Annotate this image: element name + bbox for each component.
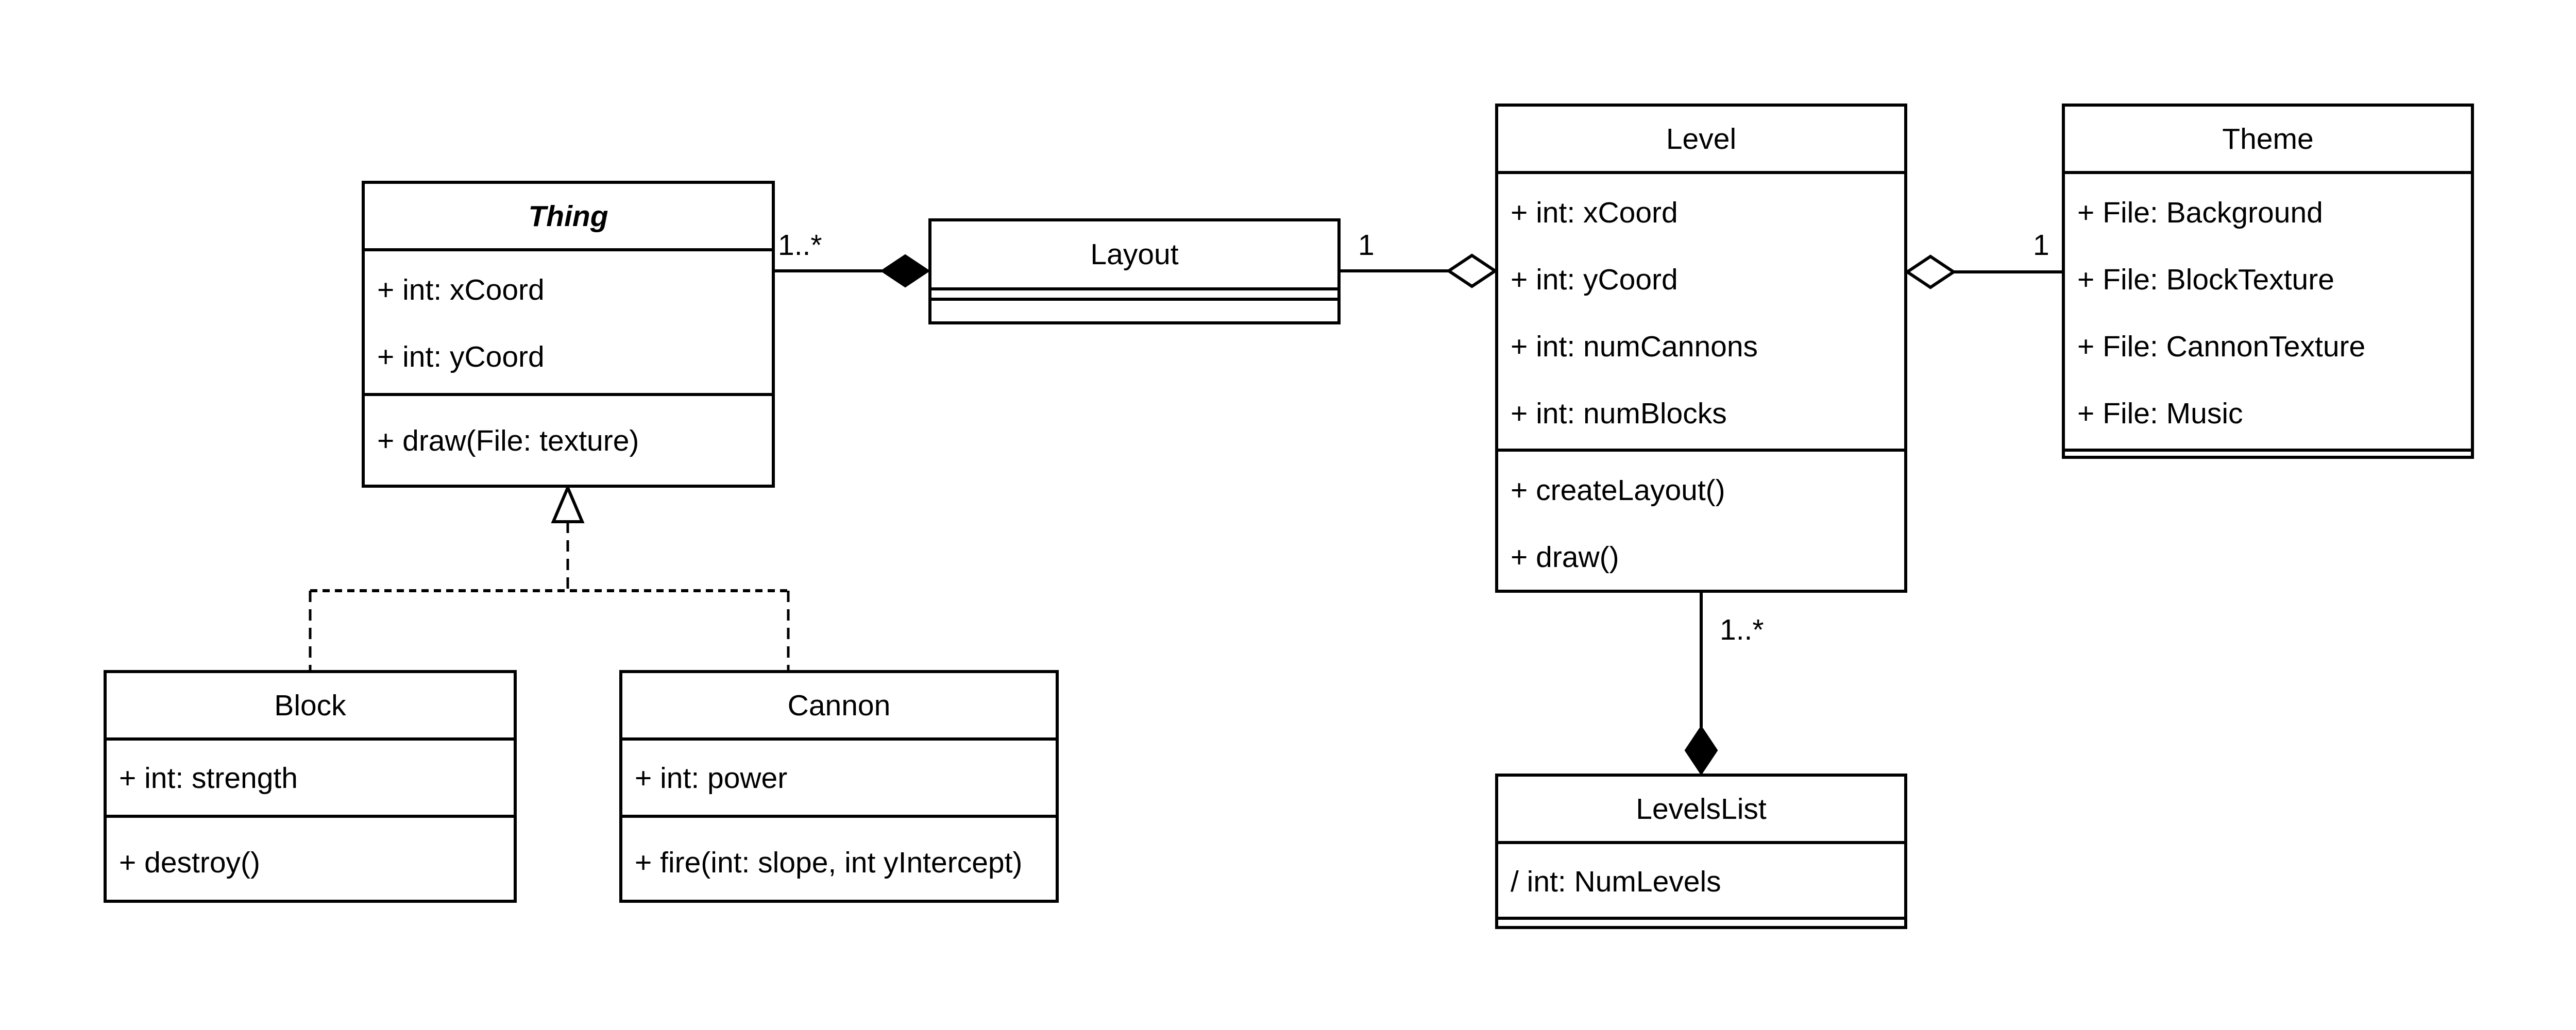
- method: + destroy(): [119, 846, 261, 879]
- attribute: + File: BlockTexture: [2077, 263, 2334, 296]
- class-name: Cannon: [622, 673, 1056, 741]
- attribute: + File: Music: [2077, 397, 2243, 430]
- attribute: + int: yCoord: [377, 340, 545, 373]
- attribute: + int: xCoord: [1511, 196, 1678, 229]
- attributes-section: + File: Background + File: BlockTexture …: [2065, 174, 2471, 452]
- filled-diamond-icon: [1684, 725, 1718, 776]
- class-name: Block: [107, 673, 514, 741]
- attribute: + int: numBlocks: [1511, 397, 1727, 430]
- attribute: + int: xCoord: [377, 273, 545, 306]
- hollow-triangle-icon: [551, 484, 585, 523]
- class-layout[interactable]: Layout: [928, 218, 1341, 324]
- attribute: + int: strength: [119, 762, 298, 795]
- method: + fire(int: slope, int yIntercept): [635, 846, 1023, 879]
- attributes-section: / int: NumLevels: [1498, 844, 1904, 920]
- attributes-section: + int: xCoord + int: yCoord + int: numCa…: [1498, 174, 1904, 452]
- methods-section: + draw(File: texture): [365, 396, 772, 474]
- attribute: + int: power: [635, 762, 788, 795]
- hollow-diamond-icon: [1446, 253, 1498, 288]
- attributes-section: + int: strength: [107, 741, 514, 818]
- attribute: + int: yCoord: [1511, 263, 1678, 296]
- class-name: Thing: [365, 184, 772, 251]
- filled-diamond-icon: [880, 254, 930, 288]
- attributes-section: + int: xCoord + int: yCoord: [365, 251, 772, 396]
- method: + createLayout(): [1511, 474, 1725, 507]
- attribute: / int: NumLevels: [1511, 865, 1721, 898]
- class-levelslist[interactable]: LevelsList / int: NumLevels: [1495, 774, 1907, 929]
- methods-section: + fire(int: slope, int yIntercept): [622, 818, 1056, 896]
- multiplicity-level-levelslist: 1..*: [1720, 613, 1764, 646]
- attribute: + File: CannonTexture: [2077, 330, 2366, 363]
- method: + draw(File: texture): [377, 424, 639, 457]
- class-level[interactable]: Level + int: xCoord + int: yCoord + int:…: [1495, 104, 1907, 593]
- class-cannon[interactable]: Cannon + int: power + fire(int: slope, i…: [619, 670, 1059, 903]
- class-name: Theme: [2065, 107, 2471, 174]
- methods-section: + destroy(): [107, 818, 514, 896]
- multiplicity-layout-level: 1: [1358, 229, 1375, 262]
- class-thing[interactable]: Thing + int: xCoord + int: yCoord + draw…: [362, 181, 775, 488]
- methods-section: + createLayout() + draw(): [1498, 452, 1904, 591]
- multiplicity-theme-level: 1: [2033, 229, 2049, 262]
- class-name: LevelsList: [1498, 777, 1904, 844]
- class-theme[interactable]: Theme + File: Background + File: BlockTe…: [2062, 104, 2474, 459]
- hollow-diamond-icon: [1904, 254, 1957, 289]
- class-name: Layout: [931, 221, 1337, 290]
- attribute: + File: Background: [2077, 196, 2323, 229]
- class-name: Level: [1498, 107, 1904, 174]
- attributes-section: [931, 290, 1337, 301]
- class-block[interactable]: Block + int: strength + destroy(): [104, 670, 517, 903]
- attribute: + int: numCannons: [1511, 330, 1758, 363]
- attributes-section: + int: power: [622, 741, 1056, 818]
- multiplicity-thing-layout: 1..*: [778, 229, 822, 262]
- method: + draw(): [1511, 541, 1619, 574]
